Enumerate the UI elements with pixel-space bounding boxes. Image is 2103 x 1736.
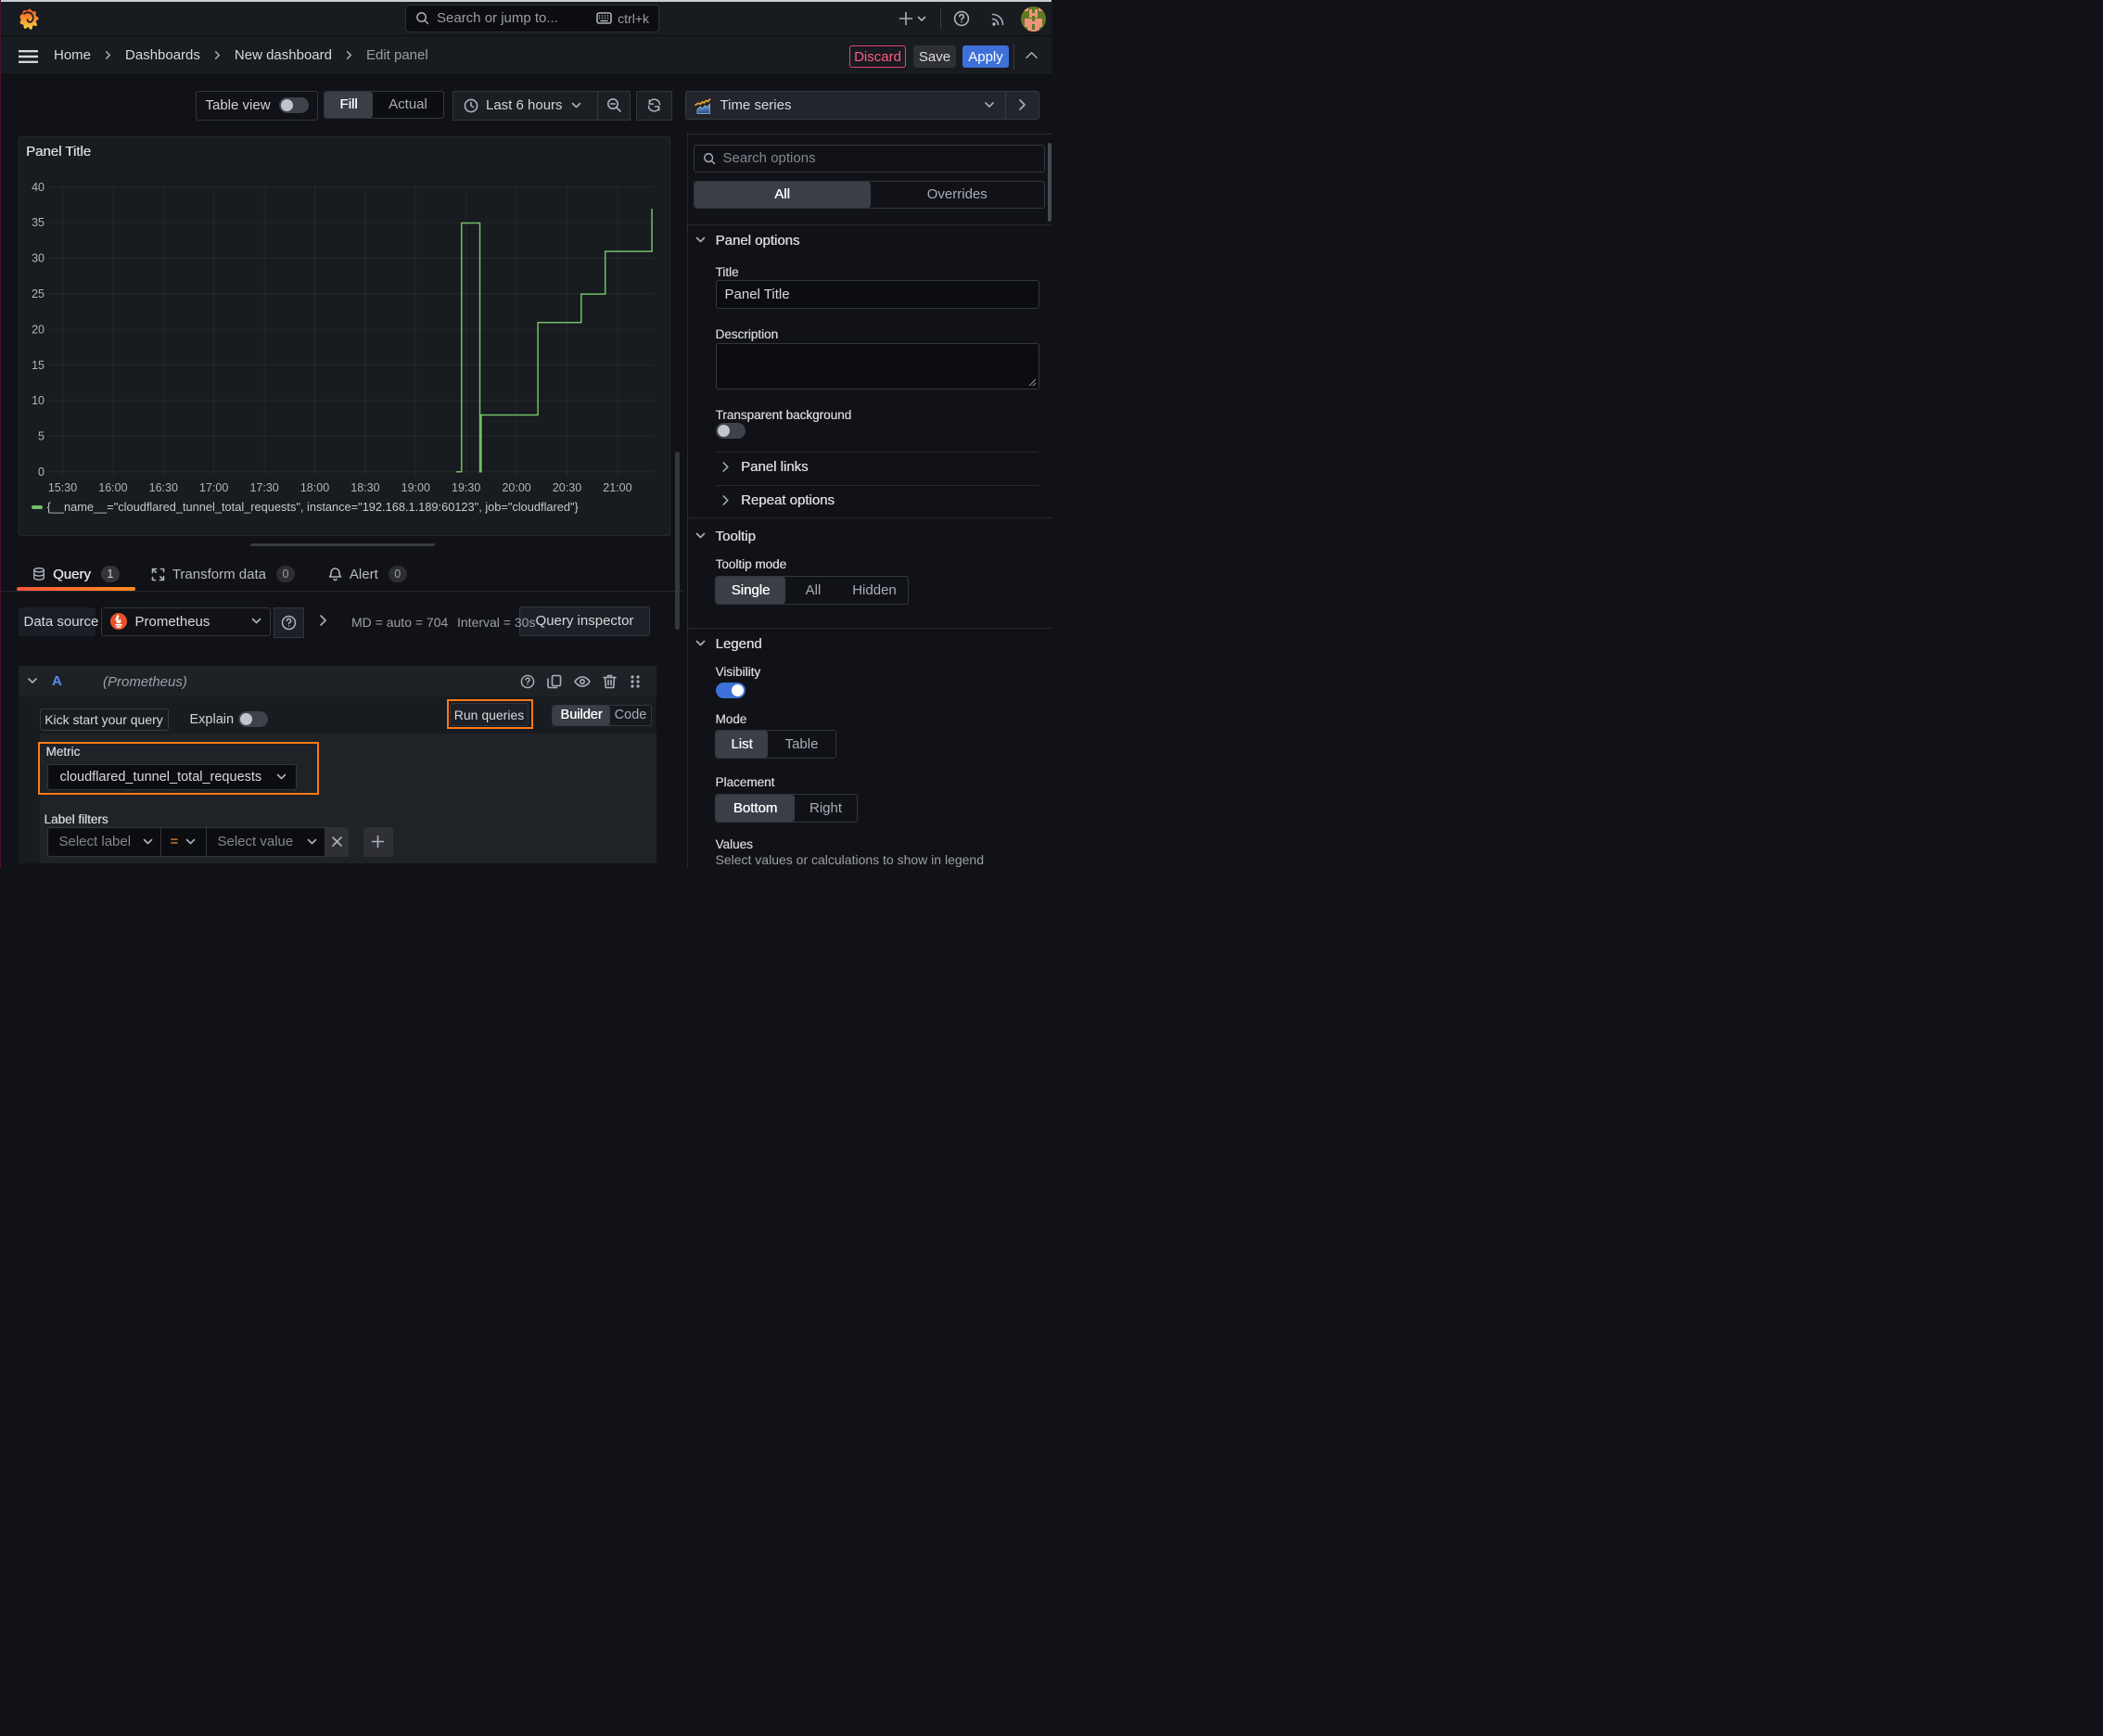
- svg-text:17:00: 17:00: [199, 481, 228, 494]
- svg-text:15:30: 15:30: [47, 481, 76, 494]
- svg-text:20:30: 20:30: [552, 481, 580, 494]
- svg-text:0: 0: [38, 466, 45, 479]
- svg-text:15: 15: [32, 358, 45, 371]
- svg-text:40: 40: [32, 180, 45, 193]
- svg-text:30: 30: [32, 251, 45, 264]
- svg-text:19:30: 19:30: [452, 481, 480, 494]
- svg-text:17:30: 17:30: [249, 481, 278, 494]
- svg-text:16:30: 16:30: [148, 481, 177, 494]
- svg-text:10: 10: [32, 394, 45, 407]
- svg-text:19:00: 19:00: [401, 481, 429, 494]
- svg-text:20: 20: [32, 323, 45, 336]
- svg-text:25: 25: [32, 287, 45, 300]
- svg-text:35: 35: [32, 216, 45, 229]
- svg-text:5: 5: [38, 429, 45, 442]
- svg-text:16:00: 16:00: [98, 481, 127, 494]
- svg-text:20:00: 20:00: [502, 481, 530, 494]
- svg-text:18:00: 18:00: [300, 481, 328, 494]
- svg-text:21:00: 21:00: [603, 481, 631, 494]
- svg-text:18:30: 18:30: [350, 481, 379, 494]
